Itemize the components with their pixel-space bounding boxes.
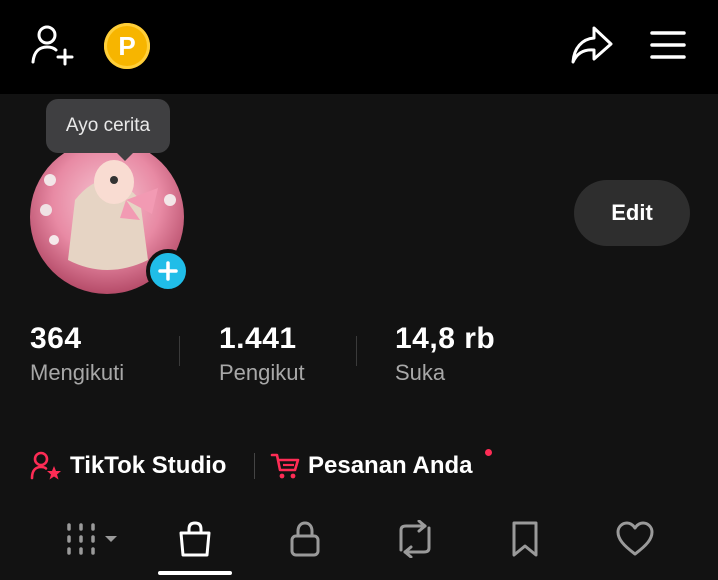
following-label: Mengikuti <box>30 360 125 385</box>
tab-shop[interactable] <box>170 516 220 562</box>
repost-icon <box>399 520 431 558</box>
tab-saved[interactable] <box>500 516 550 562</box>
shopping-bag-icon <box>179 521 211 557</box>
likes-label: Suka <box>395 360 446 385</box>
tiktok-studio-link[interactable]: TikTok Studio <box>30 448 226 484</box>
coin-label: P <box>118 30 136 61</box>
heart-icon <box>616 521 654 556</box>
edit-profile-button[interactable]: Edit <box>574 180 690 246</box>
stat-followers[interactable]: 1.441 Pengikut <box>219 322 305 386</box>
stat-likes[interactable]: 14,8 rb Suka <box>395 322 495 386</box>
add-story-button[interactable] <box>146 249 190 293</box>
following-count: 364 <box>30 322 82 355</box>
followers-label: Pengikut <box>219 360 305 385</box>
orders-link[interactable]: Pesanan Anda <box>270 448 473 484</box>
tiktok-studio-label: TikTok Studio <box>70 452 227 479</box>
menu-icon[interactable] <box>650 30 686 60</box>
share-icon[interactable] <box>570 24 614 66</box>
stat-divider <box>179 336 180 366</box>
followers-count: 1.441 <box>219 322 297 355</box>
tab-reposts[interactable] <box>390 516 440 562</box>
stat-divider <box>356 336 357 366</box>
story-tooltip[interactable]: Ayo cerita <box>46 99 170 161</box>
plus-icon <box>158 261 178 281</box>
tab-private[interactable] <box>280 516 330 562</box>
lock-icon <box>290 521 320 557</box>
tooltip-text: Ayo cerita <box>65 115 151 136</box>
orders-label: Pesanan Anda <box>308 452 473 479</box>
coin-icon[interactable]: P <box>104 23 150 69</box>
cart-icon <box>270 453 300 479</box>
tab-liked[interactable] <box>610 516 660 562</box>
link-divider <box>254 453 255 479</box>
creator-star-icon <box>30 451 61 480</box>
top-bar: P <box>0 0 718 94</box>
likes-count: 14,8 rb <box>395 322 496 355</box>
tab-videos[interactable] <box>62 516 122 562</box>
notification-dot <box>485 449 492 456</box>
bookmark-icon <box>512 521 538 557</box>
active-tab-indicator <box>158 571 232 575</box>
person-add-icon[interactable] <box>30 24 76 66</box>
grid-icon <box>67 523 117 555</box>
stat-following[interactable]: 364 Mengikuti <box>30 322 124 386</box>
